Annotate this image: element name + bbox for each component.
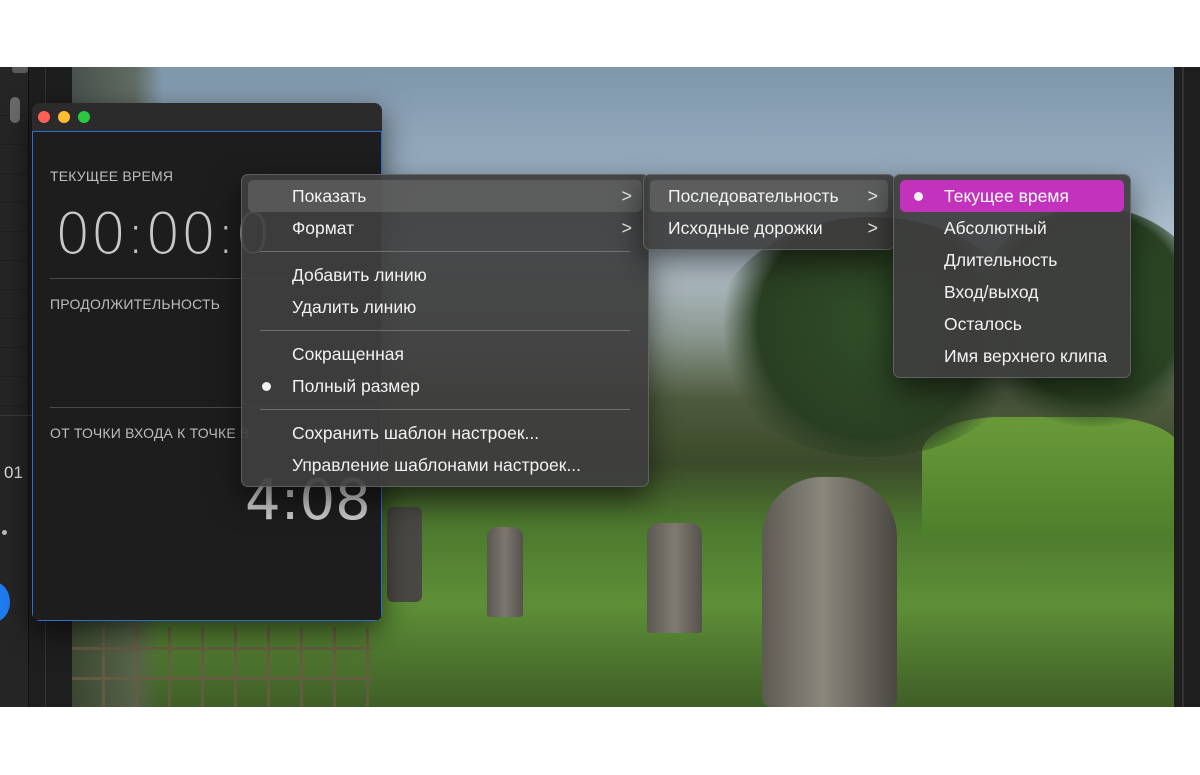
menu-item-full-size[interactable]: Полный размер bbox=[248, 370, 642, 402]
scrollbar-thumb[interactable] bbox=[10, 97, 20, 123]
minimize-window-button[interactable] bbox=[58, 111, 70, 123]
chevron-right-icon: > bbox=[621, 218, 632, 238]
zoom-window-button[interactable] bbox=[78, 111, 90, 123]
menu-item-label: Удалить линию bbox=[292, 297, 417, 317]
video-stone bbox=[487, 527, 523, 617]
submenu-show: Последовательность > Исходные дорожки > bbox=[643, 174, 895, 250]
menu-item-duration[interactable]: Длительность bbox=[900, 244, 1124, 276]
bullet-dot-icon bbox=[914, 192, 923, 201]
menu-item-compact[interactable]: Сокращенная bbox=[248, 338, 642, 370]
menu-item-label: Длительность bbox=[944, 250, 1058, 270]
chevron-right-icon: > bbox=[867, 218, 878, 238]
left-panel-rows bbox=[0, 87, 28, 417]
menu-item-remove-line[interactable]: Удалить линию bbox=[248, 291, 642, 323]
menu-item-save-preset[interactable]: Сохранить шаблон настроек... bbox=[248, 417, 642, 449]
menu-item-label: Показать bbox=[292, 186, 367, 206]
menu-item-label: Последовательность bbox=[668, 186, 839, 206]
duration-label: ПРОДОЛЖИТЕЛЬНОСТЬ bbox=[50, 296, 221, 312]
menu-item-label: Вход/выход bbox=[944, 282, 1039, 302]
video-stela bbox=[762, 477, 897, 707]
menu-item-label: Добавить линию bbox=[292, 265, 427, 285]
submenu-sequence: Текущее время Абсолютный Длительность Вх… bbox=[893, 174, 1131, 378]
chevron-right-icon: > bbox=[867, 186, 878, 206]
menu-item-in-out[interactable]: Вход/выход bbox=[900, 276, 1124, 308]
menu-item-add-line[interactable]: Добавить линию bbox=[248, 259, 642, 291]
close-window-button[interactable] bbox=[38, 111, 50, 123]
current-time-label: ТЕКУЩЕЕ ВРЕМЯ bbox=[50, 168, 174, 184]
menu-separator bbox=[260, 409, 630, 410]
menu-item-label: Формат bbox=[292, 218, 355, 238]
menu-item-source-tracks[interactable]: Исходные дорожки > bbox=[650, 212, 888, 244]
left-timecode-fragment: 01 bbox=[4, 463, 23, 482]
context-menu: Показать > Формат > Добавить линию Удали… bbox=[241, 174, 649, 487]
video-fence bbox=[72, 627, 372, 707]
video-stone bbox=[387, 507, 422, 602]
chevron-right-icon: > bbox=[621, 186, 632, 206]
menu-item-label: Сохранить шаблон настроек... bbox=[292, 423, 540, 443]
menu-separator bbox=[260, 330, 630, 331]
menu-separator bbox=[260, 251, 630, 252]
menu-item-absolute[interactable]: Абсолютный bbox=[900, 212, 1124, 244]
menu-item-label: Осталось bbox=[944, 314, 1022, 334]
menu-item-label: Имя верхнего клипа bbox=[944, 346, 1108, 366]
in-out-label: ОТ ТОЧКИ ВХОДА К ТОЧКЕ В bbox=[50, 425, 250, 441]
right-panel-edge bbox=[1174, 67, 1200, 707]
window-titlebar[interactable] bbox=[32, 103, 382, 131]
panel-divider bbox=[1182, 67, 1184, 707]
menu-item-current-time[interactable]: Текущее время bbox=[900, 180, 1124, 212]
menu-item-label: Текущее время bbox=[944, 186, 1069, 206]
menu-item-label: Сокращенная bbox=[292, 344, 404, 364]
menu-item-top-clip-name[interactable]: Имя верхнего клипа bbox=[900, 340, 1124, 372]
panel-handle bbox=[12, 67, 28, 73]
bullet-dot-icon bbox=[262, 382, 271, 391]
menu-item-show[interactable]: Показать > bbox=[248, 180, 642, 212]
dot-icon bbox=[2, 530, 7, 535]
menu-item-manage-presets[interactable]: Управление шаблонами настроек... bbox=[248, 449, 642, 481]
menu-item-label: Полный размер bbox=[292, 376, 420, 396]
video-stone bbox=[647, 523, 702, 633]
menu-item-label: Абсолютный bbox=[944, 218, 1047, 238]
menu-item-label: Управление шаблонами настроек... bbox=[292, 455, 581, 475]
current-time-value: 00:00:0 bbox=[55, 202, 271, 267]
menu-item-format[interactable]: Формат > bbox=[248, 212, 642, 244]
menu-item-sequence[interactable]: Последовательность > bbox=[650, 180, 888, 212]
menu-item-remaining[interactable]: Осталось bbox=[900, 308, 1124, 340]
menu-item-label: Исходные дорожки bbox=[668, 218, 823, 238]
